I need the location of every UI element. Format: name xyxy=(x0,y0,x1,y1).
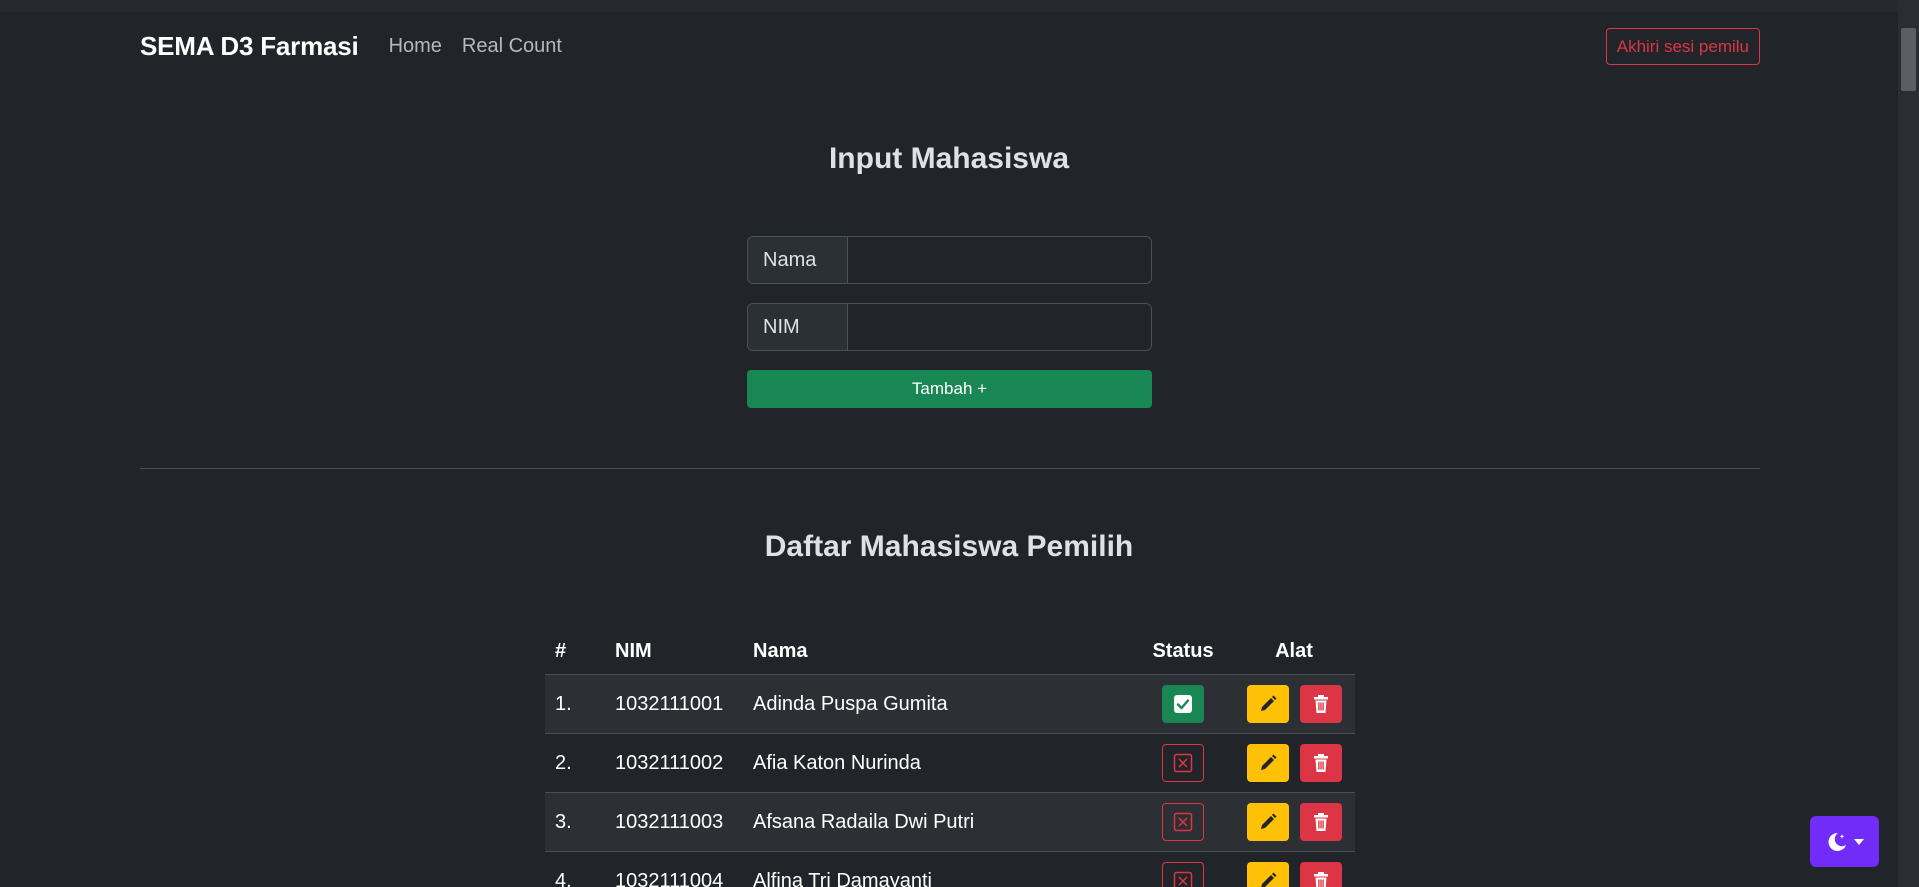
add-button[interactable]: Tambah + xyxy=(747,370,1152,408)
scrollbar-track[interactable] xyxy=(1898,0,1919,887)
row-nim: 1032111003 xyxy=(615,810,724,833)
pencil-icon xyxy=(1260,754,1276,770)
edit-button[interactable] xyxy=(1246,803,1289,841)
nim-label: NIM xyxy=(748,304,848,350)
nama-input-group: Nama xyxy=(747,236,1152,284)
x-square-icon xyxy=(1173,871,1193,887)
nim-input[interactable] xyxy=(848,304,1151,350)
nim-input-group: NIM xyxy=(747,303,1152,351)
row-number: 4. xyxy=(555,869,572,887)
pencil-icon xyxy=(1260,695,1276,711)
check-square-icon xyxy=(1174,695,1192,713)
scrollbar-thumb[interactable] xyxy=(1901,28,1916,91)
status-voted-badge xyxy=(1162,685,1204,723)
table-row: 4. 1032111004 Alfina Tri Damayanti xyxy=(545,852,1355,887)
x-square-icon xyxy=(1173,812,1193,832)
row-nama: Adinda Puspa Gumita xyxy=(753,692,948,715)
col-header-number: # xyxy=(555,639,567,662)
table-row: 3. 1032111003 Afsana Radaila Dwi Putri xyxy=(545,793,1355,852)
col-header-nama: Nama xyxy=(753,639,808,662)
nav-link-home[interactable]: Home xyxy=(389,35,442,58)
status-not-voted-badge xyxy=(1162,803,1204,841)
moon-stars-icon xyxy=(1828,832,1846,851)
col-header-nim: NIM xyxy=(615,639,652,662)
x-square-icon xyxy=(1173,753,1193,773)
end-session-button[interactable]: Akhiri sesi pemilu xyxy=(1605,27,1760,65)
delete-button[interactable] xyxy=(1299,685,1342,723)
row-nama: Alfina Tri Damayanti xyxy=(753,869,932,887)
theme-toggle-button[interactable] xyxy=(1810,816,1879,867)
row-nim: 1032111001 xyxy=(615,692,724,715)
caret-down-icon xyxy=(1853,838,1864,845)
col-header-status: Status xyxy=(1152,639,1214,662)
row-number: 3. xyxy=(555,810,572,833)
row-nama: Afsana Radaila Dwi Putri xyxy=(753,810,975,833)
pencil-icon xyxy=(1260,872,1276,887)
trash-icon xyxy=(1313,872,1328,887)
row-number: 2. xyxy=(555,751,572,774)
edit-button[interactable] xyxy=(1246,862,1289,887)
delete-button[interactable] xyxy=(1299,803,1342,841)
status-not-voted-badge xyxy=(1162,744,1204,782)
delete-button[interactable] xyxy=(1299,862,1342,887)
row-number: 1. xyxy=(555,692,572,715)
nama-input[interactable] xyxy=(848,237,1151,283)
divider xyxy=(140,468,1760,469)
row-nim: 1032111002 xyxy=(615,751,724,774)
trash-icon xyxy=(1313,754,1328,772)
edit-button[interactable] xyxy=(1246,685,1289,723)
pencil-icon xyxy=(1260,813,1276,829)
row-nama: Afia Katon Nurinda xyxy=(753,751,921,774)
navbar: SEMA D3 Farmasi Home Real Count Akhiri s… xyxy=(140,22,1760,70)
delete-button[interactable] xyxy=(1299,744,1342,782)
brand[interactable]: SEMA D3 Farmasi xyxy=(140,31,359,62)
nav-link-real-count[interactable]: Real Count xyxy=(462,35,562,58)
voter-table: # NIM Nama Status Alat 1. 1032111001 Adi… xyxy=(545,628,1355,887)
row-nim: 1032111004 xyxy=(615,869,724,887)
table-row: 2. 1032111002 Afia Katon Nurinda xyxy=(545,734,1355,793)
form-title: Input Mahasiswa xyxy=(828,142,1070,175)
trash-icon xyxy=(1313,813,1328,831)
nama-label: Nama xyxy=(748,237,848,283)
status-not-voted-badge xyxy=(1162,862,1204,887)
table-row: 1. 1032111001 Adinda Puspa Gumita xyxy=(545,675,1355,734)
table-header: # NIM Nama Status Alat xyxy=(545,628,1355,675)
col-header-alat: Alat xyxy=(1275,639,1313,662)
edit-button[interactable] xyxy=(1246,744,1289,782)
top-strip xyxy=(0,0,1898,12)
trash-icon xyxy=(1313,695,1328,713)
list-title: Daftar Mahasiswa Pemilih xyxy=(764,530,1134,563)
